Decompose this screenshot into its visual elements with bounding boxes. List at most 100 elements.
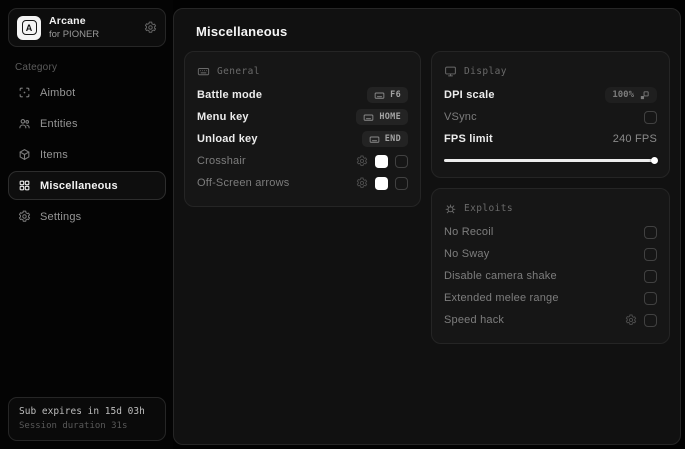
setting-label: Disable camera shake xyxy=(444,270,557,282)
setting-label: VSync xyxy=(444,111,477,123)
control-group xyxy=(625,313,657,327)
gear-icon[interactable] xyxy=(356,155,368,167)
setting-row-unload-key: Unload key END xyxy=(197,128,408,150)
sidebar-item-label: Miscellaneous xyxy=(40,179,118,192)
speed-hack-checkbox[interactable] xyxy=(644,313,657,327)
no-sway-checkbox[interactable] xyxy=(644,247,657,261)
app-title: Arcane xyxy=(49,15,86,27)
keyboard-icon xyxy=(374,92,385,99)
right-column: Display DPI scale 100% VSync FPS limit 2… xyxy=(431,51,670,344)
exploits-card-title: Exploits xyxy=(464,202,513,214)
gear-icon[interactable] xyxy=(144,21,157,34)
control-group xyxy=(356,154,408,168)
gear-icon[interactable] xyxy=(356,177,368,189)
offscreen-arrows-checkbox[interactable] xyxy=(395,176,408,190)
sub-expiry-text: Sub expires in 15d 03h xyxy=(19,406,145,417)
subscription-card: Sub expires in 15d 03h Session duration … xyxy=(8,397,166,441)
sidebar-item-label: Aimbot xyxy=(40,86,76,99)
general-card-title: General xyxy=(217,65,260,77)
setting-row-battle-mode: Battle mode F6 xyxy=(197,84,408,106)
setting-row-offscreen-arrows: Off-Screen arrows xyxy=(197,172,408,194)
no-recoil-checkbox[interactable] xyxy=(644,225,657,239)
keybind-button[interactable]: F6 xyxy=(367,87,408,103)
setting-label: Crosshair xyxy=(197,155,246,167)
grid-icon xyxy=(18,179,31,192)
sidebar-item-settings[interactable]: Settings xyxy=(8,202,166,231)
keybind-value: HOME xyxy=(379,112,401,122)
exploits-card-header: Exploits xyxy=(444,199,657,217)
fps-limit-slider[interactable] xyxy=(444,156,658,164)
gear-icon[interactable] xyxy=(625,314,637,326)
sidebar-item-label: Items xyxy=(40,148,68,161)
setting-row-crosshair: Crosshair xyxy=(197,150,408,172)
setting-label: DPI scale xyxy=(444,89,495,101)
monitor-icon xyxy=(444,65,457,78)
keyboard-icon xyxy=(369,136,380,143)
sidebar-item-label: Entities xyxy=(40,117,78,130)
general-card: General Battle mode F6 Menu key HOME Unl… xyxy=(184,51,421,207)
sidebar-nav: Aimbot Entities Items Miscellaneous Sett… xyxy=(8,78,166,231)
display-card-header: Display xyxy=(444,62,657,80)
setting-label: Speed hack xyxy=(444,314,505,326)
keyboard-icon xyxy=(197,65,210,78)
brand-text: Arcane for PIONER xyxy=(49,15,99,40)
keyboard-icon xyxy=(364,114,374,121)
setting-row-no-recoil: No Recoil xyxy=(444,221,657,243)
setting-row-speed-hack: Speed hack xyxy=(444,309,657,331)
sidebar: A Arcane for PIONER Category Aimbot Enti… xyxy=(0,0,173,449)
scale-icon xyxy=(640,90,649,99)
setting-label: Unload key xyxy=(197,133,258,145)
dpi-scale-value: 100% xyxy=(612,90,634,100)
setting-row-menu-key: Menu key HOME xyxy=(197,106,408,128)
display-card: Display DPI scale 100% VSync FPS limit 2… xyxy=(431,51,670,178)
display-card-title: Display xyxy=(464,65,507,77)
exploits-card: Exploits No Recoil No Sway Disable camer… xyxy=(431,188,670,344)
bug-icon xyxy=(444,202,457,215)
slider-knob[interactable] xyxy=(651,156,658,164)
panel-columns: General Battle mode F6 Menu key HOME Unl… xyxy=(174,51,680,344)
disable-camera-shake-checkbox[interactable] xyxy=(644,269,657,283)
sidebar-item-label: Settings xyxy=(40,210,82,223)
general-card-header: General xyxy=(197,62,408,80)
setting-row-vsync: VSync xyxy=(444,106,657,128)
crosshair-scan-icon xyxy=(18,86,31,99)
color-swatch[interactable] xyxy=(375,176,388,190)
setting-label: FPS limit xyxy=(444,133,493,145)
app-subtitle: for PIONER xyxy=(49,29,100,40)
keybind-button[interactable]: END xyxy=(361,131,408,147)
setting-label: No Recoil xyxy=(444,226,494,238)
keybind-value: END xyxy=(384,134,401,144)
setting-label: Off-Screen arrows xyxy=(197,177,290,189)
main-panel: Miscellaneous General Battle mode F6 Men… xyxy=(173,8,681,445)
package-icon xyxy=(18,148,31,161)
brand-card: A Arcane for PIONER xyxy=(8,8,166,47)
setting-row-fps-limit: FPS limit 240 FPS xyxy=(444,128,657,150)
page-title: Miscellaneous xyxy=(196,24,288,39)
category-label: Category xyxy=(15,62,58,73)
dpi-scale-select[interactable]: 100% xyxy=(605,87,657,103)
sidebar-item-miscellaneous[interactable]: Miscellaneous xyxy=(8,171,166,200)
entities-icon xyxy=(18,117,31,130)
app-logo: A xyxy=(17,15,41,40)
logo-letter: A xyxy=(21,20,37,35)
setting-label: Menu key xyxy=(197,111,249,123)
setting-label: No Sway xyxy=(444,248,490,260)
sidebar-item-entities[interactable]: Entities xyxy=(8,109,166,138)
control-group xyxy=(356,176,408,190)
crosshair-checkbox[interactable] xyxy=(395,154,408,168)
sidebar-item-aimbot[interactable]: Aimbot xyxy=(8,78,166,107)
gear-icon xyxy=(18,210,31,223)
keybind-button[interactable]: HOME xyxy=(356,109,408,125)
session-duration-text: Session duration 31s xyxy=(19,421,128,431)
sidebar-item-items[interactable]: Items xyxy=(8,140,166,169)
fps-limit-slider-row xyxy=(444,155,658,165)
setting-row-no-sway: No Sway xyxy=(444,243,657,265)
vsync-checkbox[interactable] xyxy=(644,110,657,124)
extended-melee-range-checkbox[interactable] xyxy=(644,291,657,305)
color-swatch[interactable] xyxy=(375,154,388,168)
setting-label: Battle mode xyxy=(197,89,263,101)
fps-limit-value: 240 FPS xyxy=(612,133,657,145)
keybind-value: F6 xyxy=(390,90,401,100)
setting-row-extended-melee-range: Extended melee range xyxy=(444,287,657,309)
setting-row-dpi-scale: DPI scale 100% xyxy=(444,84,657,106)
